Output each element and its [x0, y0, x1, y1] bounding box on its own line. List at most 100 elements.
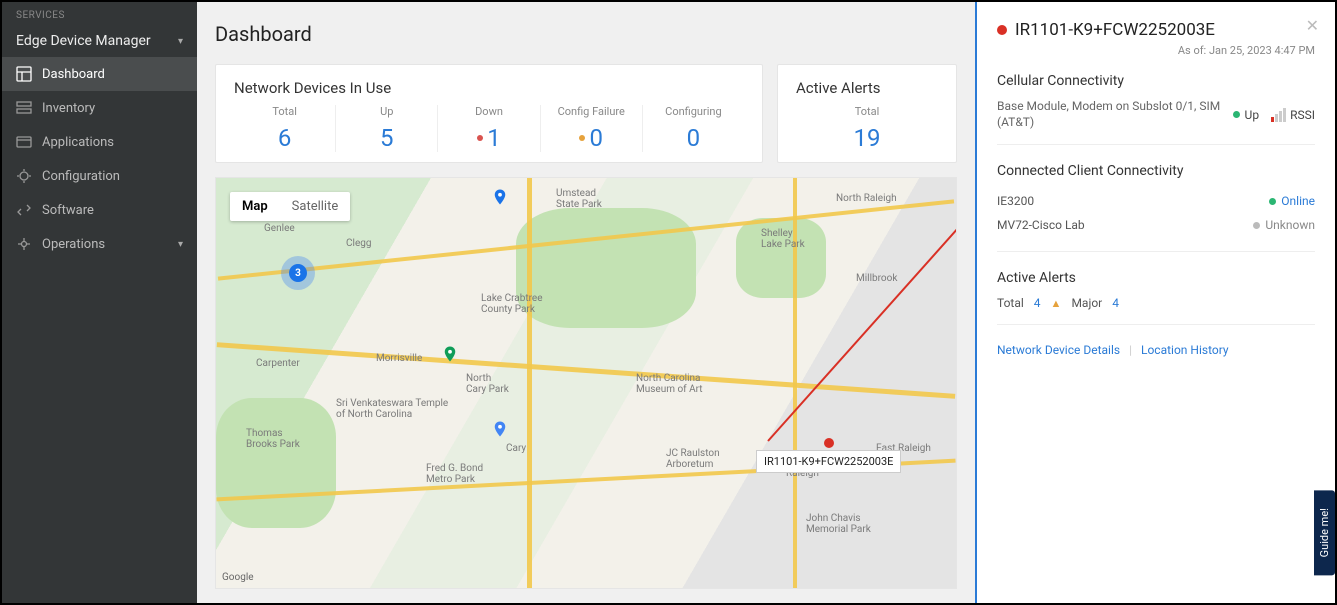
device-marker[interactable]: IR1101-K9+FCW2252003E	[756, 438, 901, 473]
rssi-icon	[1271, 108, 1286, 122]
device-tooltip: IR1101-K9+FCW2252003E	[756, 450, 901, 473]
alerts-major-label: Major	[1071, 296, 1102, 310]
map-widget[interactable]: Genlee Clegg UmsteadState Park North Raleig…	[215, 177, 957, 589]
stat-label: Up	[342, 105, 431, 118]
chevron-down-icon: ▾	[178, 239, 183, 250]
client-row: MV72-Cisco Lab Unknown	[997, 213, 1315, 237]
map-place-label: Lake CrabtreeCounty Park	[481, 293, 543, 315]
stat-label: Down	[444, 105, 533, 118]
card-title: Network Devices In Use	[234, 79, 744, 97]
divider	[997, 324, 1315, 325]
stat-value: 1	[477, 124, 501, 152]
stat-down[interactable]: Down 1	[438, 105, 540, 152]
map-pin-icon[interactable]	[491, 418, 509, 440]
map-cluster[interactable]: 3	[281, 256, 315, 290]
nav-label: Dashboard	[42, 67, 105, 82]
stat-label: Config Failure	[547, 105, 636, 118]
stat-value: 0	[579, 124, 603, 152]
nav-operations[interactable]: Operations ▾	[2, 227, 197, 261]
map-place-label: Morrisville	[376, 353, 422, 364]
map-pin-icon[interactable]	[441, 343, 459, 365]
inventory-icon	[16, 100, 32, 116]
device-detail-panel: ✕ IR1101-K9+FCW2252003E As of: Jan 25, 2…	[975, 2, 1335, 603]
map-pin-icon[interactable]	[491, 186, 509, 208]
map-type-map[interactable]: Map	[230, 192, 280, 221]
section-clients: Connected Client Connectivity	[997, 163, 1315, 179]
nav-applications[interactable]: Applications	[2, 125, 197, 159]
client-status-link[interactable]: Online	[1281, 194, 1315, 208]
alerts-total-label: Total	[997, 296, 1024, 310]
map-place-label: Clegg	[346, 238, 371, 249]
device-details-link[interactable]: Network Device Details	[997, 343, 1120, 357]
client-status-text: Unknown	[1265, 218, 1315, 232]
detail-links: Network Device Details | Location Histor…	[997, 343, 1315, 357]
nav-label: Applications	[42, 135, 114, 150]
operations-icon	[16, 236, 32, 252]
stat-value: 5	[380, 124, 394, 152]
nav-label: Software	[42, 203, 94, 218]
map-place-label: North CarolinaMuseum of Art	[636, 373, 703, 395]
nav-software[interactable]: Software	[2, 193, 197, 227]
active-alerts-card: Active Alerts Total 19	[777, 64, 957, 163]
map-place-label: Sri Venkateswara Templeof North Carolina	[336, 398, 448, 420]
map-place-label: Carpenter	[256, 358, 300, 369]
map-place-label: UmsteadState Park	[556, 188, 602, 210]
client-row: IE3200 Online	[997, 189, 1315, 213]
map-place-label: John ChavisMemorial Park	[806, 513, 871, 535]
stat-config-failure[interactable]: Config Failure 0	[541, 105, 643, 152]
services-header: SERVICES	[2, 2, 197, 25]
map-place-label: NorthCary Park	[466, 373, 509, 395]
map-place-label: JC RaulstonArboretum	[666, 448, 720, 470]
as-of-timestamp: As of: Jan 25, 2023 4:47 PM	[997, 44, 1315, 57]
nav-configuration[interactable]: Configuration	[2, 159, 197, 193]
stat-label: Total	[240, 105, 329, 118]
sidebar: SERVICES Edge Device Manager ▾ Dashboard…	[2, 2, 197, 603]
stat-label: Configuring	[649, 105, 738, 118]
nav-dashboard[interactable]: Dashboard	[2, 57, 197, 91]
nav-label: Inventory	[42, 101, 95, 116]
stat-value: 6	[278, 124, 292, 152]
page-title: Dashboard	[215, 16, 957, 50]
rssi-label: RSSI	[1290, 108, 1315, 122]
card-title: Active Alerts	[796, 79, 938, 97]
map-place-label: Cary	[506, 443, 526, 454]
map-place-label: Millbrook	[856, 273, 897, 284]
summary-cards: Network Devices In Use Total 6 Up 5 Down…	[215, 64, 957, 163]
main-content: Dashboard Network Devices In Use Total 6…	[197, 2, 975, 603]
service-selector[interactable]: Edge Device Manager ▾	[2, 25, 197, 57]
nav-label: Configuration	[42, 169, 120, 184]
map-canvas[interactable]: Genlee Clegg UmsteadState Park North Raleig…	[216, 178, 956, 588]
status-dot-green-icon	[1269, 198, 1276, 205]
dashboard-icon	[16, 66, 32, 82]
status-dot-grey-icon	[1253, 222, 1260, 229]
divider	[997, 251, 1315, 252]
status-dot-icon	[997, 25, 1007, 35]
map-place-label: ThomasBrooks Park	[246, 428, 300, 450]
stat-configuring[interactable]: Configuring 0	[643, 105, 744, 152]
nav-inventory[interactable]: Inventory	[2, 91, 197, 125]
stat-up[interactable]: Up 5	[336, 105, 438, 152]
map-place-label: Genlee	[264, 223, 295, 234]
service-name: Edge Device Manager	[16, 33, 151, 49]
software-icon	[16, 202, 32, 218]
map-place-label: Fred G. BondMetro Park	[426, 463, 483, 485]
stat-label: Total	[802, 105, 932, 118]
device-dot-icon	[824, 438, 834, 448]
nav-label: Operations	[42, 237, 105, 252]
map-place-label: North Raleigh	[836, 193, 897, 204]
client-name: MV72-Cisco Lab	[997, 218, 1085, 232]
alerts-major-link[interactable]: 4	[1112, 296, 1119, 310]
stat-total[interactable]: Total 6	[234, 105, 336, 152]
map-type-satellite[interactable]: Satellite	[280, 192, 351, 221]
guide-me-tab[interactable]: Guide me!	[1314, 490, 1335, 575]
google-logo: Google	[222, 572, 254, 583]
alerts-summary: Total 4 ▲ Major 4	[997, 296, 1315, 310]
chevron-down-icon: ▾	[178, 36, 183, 47]
close-icon[interactable]: ✕	[1306, 16, 1319, 35]
location-history-link[interactable]: Location History	[1141, 343, 1229, 357]
alerts-total-link[interactable]: 4	[1034, 296, 1041, 310]
stat-value: 0	[687, 124, 701, 152]
stat-alerts-total[interactable]: Total 19	[796, 105, 938, 152]
applications-icon	[16, 134, 32, 150]
network-stats: Total 6 Up 5 Down 1 Config Failure 0	[234, 105, 744, 152]
